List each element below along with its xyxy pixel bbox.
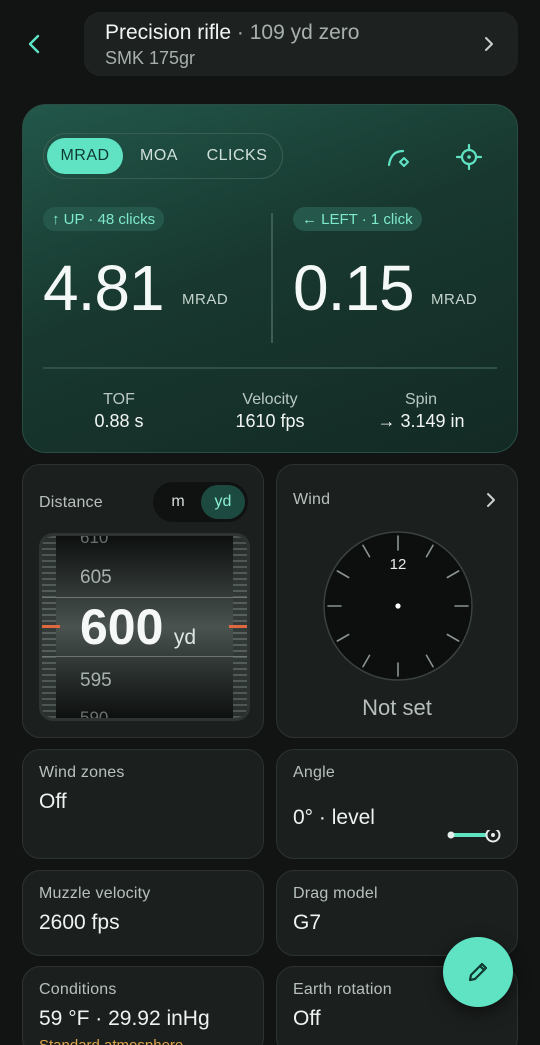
- drum-tick: 610: [80, 533, 109, 547]
- elevation-direction-chip: ↑ UP · 48 clicks: [43, 207, 165, 231]
- windage-unit: MRAD: [431, 291, 478, 308]
- distance-label: Distance: [39, 494, 103, 511]
- unit-yd[interactable]: yd: [201, 485, 245, 519]
- drag-model-label: Drag model: [293, 885, 378, 902]
- windage-value: 0.15: [293, 252, 415, 324]
- distance-unit-toggle: m yd: [153, 482, 248, 522]
- wind-zones-label: Wind zones: [39, 764, 125, 781]
- drum-marker-left: [42, 625, 60, 628]
- profile-title: Precision rifle · 109 yd zero: [105, 21, 359, 45]
- stat-velocity: Velocity 1610 fps: [195, 391, 345, 432]
- distance-drum-picker[interactable]: 610 605 600 yd 595 590: [39, 533, 250, 721]
- muzzle-velocity-card[interactable]: Muzzle velocity 2600 fps: [22, 870, 264, 956]
- profile-selector[interactable]: Precision rifle · 109 yd zero SMK 175gr: [84, 12, 518, 76]
- firing-solution-card: MRAD MOA CLICKS ↑ UP · 48 clicks 4.81 MR…: [22, 104, 518, 453]
- trajectory-icon[interactable]: [385, 143, 413, 171]
- stat-spin: Spin → 3.149 in: [346, 391, 496, 432]
- earth-rotation-value: Off: [293, 1007, 321, 1030]
- drum-highlight-line: [42, 656, 247, 657]
- wind-status: Not set: [362, 695, 432, 720]
- stats-divider: [43, 367, 497, 369]
- drum-tick: 595: [80, 670, 112, 691]
- wind-zones-value: Off: [39, 790, 67, 813]
- stat-value: 0.88 s: [94, 411, 144, 431]
- chevron-right-icon: [487, 493, 495, 507]
- drag-model-value: G7: [293, 911, 322, 934]
- stat-value: 1610 fps: [235, 411, 305, 431]
- muzzle-velocity-label: Muzzle velocity: [39, 885, 151, 902]
- wind-card[interactable]: Wind 12 Not set: [276, 464, 518, 738]
- elevation-unit: MRAD: [182, 291, 229, 308]
- unit-m[interactable]: m: [156, 485, 200, 519]
- distance-readout: 600 yd: [80, 598, 196, 656]
- back-chevron-icon[interactable]: [22, 30, 46, 58]
- distance-card: Distance m yd 610 605 600 yd 595 590: [22, 464, 264, 738]
- conditions-value: 59 °F · 29.92 inHg: [39, 1007, 210, 1030]
- elevation-value: 4.81: [43, 252, 165, 324]
- unit-mrad[interactable]: MRAD: [47, 138, 123, 174]
- stat-label: TOF: [103, 391, 135, 408]
- conditions-subtitle: Standard atmosphere: [39, 1037, 183, 1045]
- pencil-icon: [468, 962, 488, 982]
- stat-label: Spin: [404, 391, 438, 408]
- zero-distance: 109 yd zero: [249, 21, 360, 44]
- windage-direction-chip: ← LEFT · 1 click: [293, 207, 422, 231]
- wind-clock-dial[interactable]: 12: [323, 531, 473, 681]
- stat-value: → 3.149 in: [377, 411, 465, 431]
- chevron-right-icon: [485, 37, 493, 51]
- drum-tick: 590: [80, 708, 109, 721]
- unit-clicks[interactable]: CLICKS: [194, 138, 280, 174]
- muzzle-velocity-value: 2600 fps: [39, 911, 120, 934]
- dial-center-dot: [395, 603, 401, 609]
- conditions-card[interactable]: Conditions 59 °F · 29.92 inHg Standard a…: [22, 966, 264, 1045]
- stat-tof: TOF 0.88 s: [44, 391, 194, 432]
- edit-fab-button[interactable]: [443, 937, 513, 1007]
- wind-label: Wind: [293, 491, 331, 508]
- title-separator: ·: [236, 21, 244, 44]
- angle-value: 0° · level: [293, 806, 375, 829]
- solution-divider: [271, 213, 273, 343]
- profile-name: Precision rifle: [105, 21, 232, 44]
- ammo-label: SMK 175gr: [105, 48, 196, 68]
- distance-unit: yd: [173, 626, 197, 649]
- clock-12-label: 12: [390, 556, 407, 573]
- conditions-label: Conditions: [39, 981, 117, 998]
- angle-slider-knobs: [447, 830, 501, 843]
- crosshair-icon[interactable]: [455, 143, 483, 171]
- drum-marker-right: [229, 625, 247, 628]
- distance-value: 600: [80, 599, 164, 655]
- earth-rotation-label: Earth rotation: [293, 981, 392, 998]
- unit-moa[interactable]: MOA: [126, 138, 192, 174]
- wind-zones-card[interactable]: Wind zones Off: [22, 749, 264, 859]
- angle-label: Angle: [293, 764, 335, 781]
- angle-card[interactable]: Angle 0° · level: [276, 749, 518, 859]
- unit-segmented-control: MRAD MOA CLICKS: [43, 133, 283, 179]
- drum-tick: 605: [80, 567, 112, 588]
- stat-label: Velocity: [242, 391, 298, 408]
